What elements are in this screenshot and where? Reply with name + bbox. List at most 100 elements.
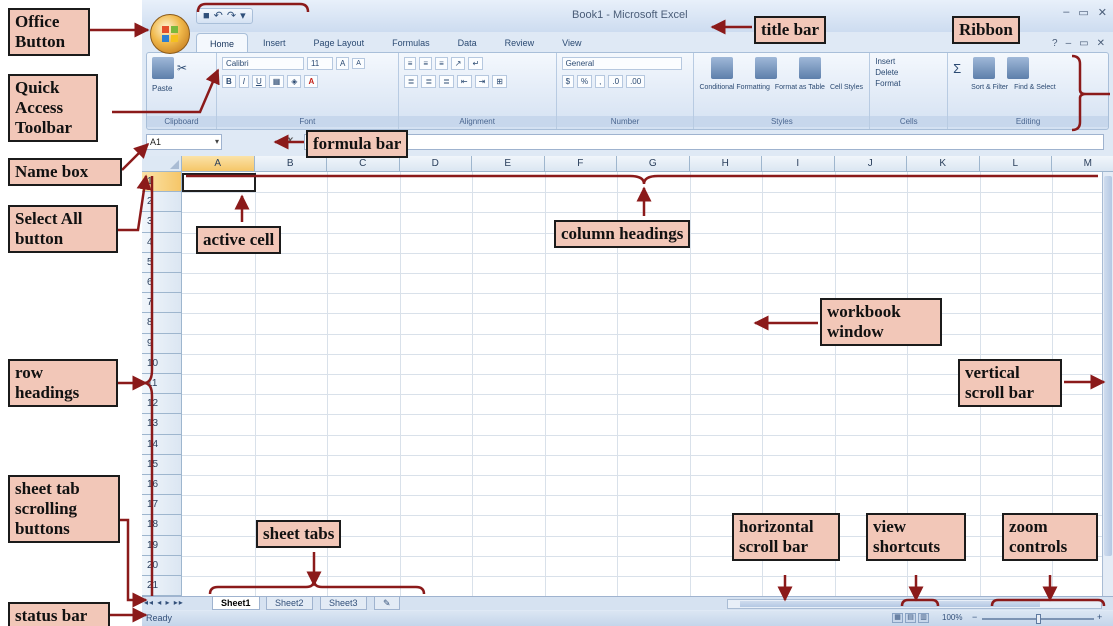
ribbon-minimize-icon[interactable]: – (1066, 38, 1072, 49)
underline-button[interactable]: U (251, 75, 266, 88)
font-name-select[interactable]: Calibri (221, 57, 304, 70)
conditional-formatting-button[interactable]: Conditional Formatting (699, 84, 769, 91)
merge-icon[interactable]: ⊞ (492, 75, 507, 88)
tab-page-layout[interactable]: Page Layout (301, 33, 378, 54)
column-heading[interactable]: D (399, 156, 472, 172)
row-heading[interactable]: 3 (142, 212, 182, 233)
font-size-select[interactable]: 11 (306, 57, 333, 70)
row-heading[interactable]: 17 (142, 495, 182, 516)
column-heading[interactable]: A (182, 156, 255, 172)
vertical-scroll-thumb[interactable] (1104, 176, 1112, 556)
row-heading[interactable]: 1 (142, 172, 182, 193)
row-heading[interactable]: 19 (142, 535, 182, 556)
indent-decrease-icon[interactable]: ⇤ (456, 75, 472, 88)
undo-icon[interactable]: ↶ (214, 9, 223, 23)
row-heading[interactable]: 16 (142, 475, 182, 496)
column-heading[interactable]: M (1052, 156, 1113, 172)
horizontal-scroll-thumb[interactable] (740, 601, 1040, 607)
tab-data[interactable]: Data (445, 33, 490, 54)
delete-cells-button[interactable]: Delete (875, 68, 898, 77)
row-heading[interactable]: 14 (142, 434, 182, 455)
customize-icon[interactable]: ▾ (240, 9, 246, 23)
row-heading[interactable]: 10 (142, 353, 182, 374)
format-table-icon[interactable] (755, 57, 778, 79)
indent-increase-icon[interactable]: ⇥ (474, 75, 490, 88)
decrease-decimal-icon[interactable]: .00 (626, 75, 646, 88)
row-heading[interactable]: 13 (142, 414, 182, 435)
align-bottom-icon[interactable]: ≡ (435, 57, 448, 70)
row-heading[interactable]: 8 (142, 313, 182, 334)
format-table-button[interactable]: Format as Table (775, 84, 825, 91)
row-heading[interactable]: 20 (142, 555, 182, 576)
row-heading[interactable]: 6 (142, 273, 182, 294)
tab-review[interactable]: Review (492, 33, 548, 54)
page-break-view-icon[interactable]: ▥ (918, 613, 929, 623)
row-heading[interactable]: 2 (142, 192, 182, 213)
insert-sheet-icon[interactable]: ✎ (374, 597, 400, 610)
sort-filter-icon[interactable] (973, 57, 996, 79)
row-heading[interactable]: 7 (142, 293, 182, 314)
row-heading[interactable]: 9 (142, 333, 182, 354)
sheet-tab-scrolling-buttons[interactable]: ◂◂ ◂ ▸ ▸▸ (144, 598, 184, 607)
format-cells-button[interactable]: Format (875, 79, 900, 88)
column-heading[interactable]: F (544, 156, 617, 172)
sheet-tab-3[interactable]: Sheet3 (320, 597, 367, 610)
normal-view-icon[interactable]: ▦ (892, 613, 903, 623)
align-right-icon[interactable]: ≣ (439, 75, 454, 88)
help-icon[interactable]: ? (1052, 38, 1058, 49)
cell-styles-icon[interactable] (799, 57, 822, 79)
formula-input[interactable] (304, 134, 1104, 150)
shrink-font-button[interactable]: A (352, 58, 365, 69)
column-heading[interactable]: H (689, 156, 762, 172)
italic-button[interactable]: I (238, 75, 249, 88)
wrap-text-icon[interactable]: ↵ (468, 57, 484, 70)
zoom-slider-thumb[interactable] (1036, 614, 1041, 624)
sheet-tab-1[interactable]: Sheet1 (212, 597, 260, 610)
autosum-button[interactable]: Σ (953, 61, 961, 76)
column-heading[interactable]: C (327, 156, 400, 172)
paste-button[interactable]: Paste (152, 84, 172, 93)
column-heading[interactable]: L (979, 156, 1052, 172)
cell-styles-button[interactable]: Cell Styles (830, 84, 863, 91)
row-heading[interactable]: 5 (142, 252, 182, 273)
chevron-down-icon[interactable]: ▾ (215, 135, 219, 149)
increase-decimal-icon[interactable]: .0 (608, 75, 624, 88)
zoom-out-icon[interactable]: − (972, 612, 977, 622)
page-layout-view-icon[interactable]: ▤ (905, 613, 916, 623)
borders-icon[interactable]: ▦ (268, 75, 285, 88)
align-middle-icon[interactable]: ≡ (419, 57, 433, 70)
zoom-in-icon[interactable]: + (1097, 612, 1102, 622)
bold-button[interactable]: B (221, 75, 236, 88)
close-icon[interactable]: ✕ (1098, 6, 1107, 19)
insert-function-button[interactable]: fx (284, 135, 293, 146)
find-select-button[interactable]: Find & Select (1014, 84, 1056, 91)
column-heading[interactable]: G (617, 156, 690, 172)
zoom-slider[interactable] (982, 614, 1094, 624)
ribbon-restore-icon[interactable]: ▭ (1079, 38, 1088, 49)
orientation-icon[interactable]: ↗ (450, 57, 466, 70)
number-format-select[interactable]: General (561, 57, 682, 70)
office-button[interactable] (150, 14, 190, 54)
select-all-button[interactable] (142, 156, 182, 172)
redo-icon[interactable]: ↷ (227, 9, 236, 23)
grow-font-button[interactable]: A (335, 57, 350, 70)
column-heading[interactable]: K (907, 156, 980, 172)
comma-button[interactable]: , (595, 75, 606, 88)
font-color-icon[interactable]: A (304, 75, 319, 88)
zoom-level[interactable]: 100% (942, 613, 962, 622)
align-top-icon[interactable]: ≡ (403, 57, 417, 70)
maximize-icon[interactable]: ▭ (1078, 6, 1088, 19)
column-heading[interactable]: B (254, 156, 327, 172)
currency-button[interactable]: $ (561, 75, 575, 88)
sort-filter-button[interactable]: Sort & Filter (971, 84, 1008, 91)
align-center-icon[interactable]: ≣ (421, 75, 437, 88)
align-left-icon[interactable]: ≣ (403, 75, 419, 88)
ribbon-close-icon[interactable]: ✕ (1097, 38, 1105, 49)
tab-home[interactable]: Home (196, 33, 249, 54)
column-heading[interactable]: J (834, 156, 907, 172)
find-select-icon[interactable] (1007, 57, 1030, 79)
conditional-formatting-icon[interactable] (711, 57, 734, 79)
column-heading[interactable]: I (762, 156, 835, 172)
percent-button[interactable]: % (577, 75, 593, 88)
sheet-tab-2[interactable]: Sheet2 (266, 597, 313, 610)
